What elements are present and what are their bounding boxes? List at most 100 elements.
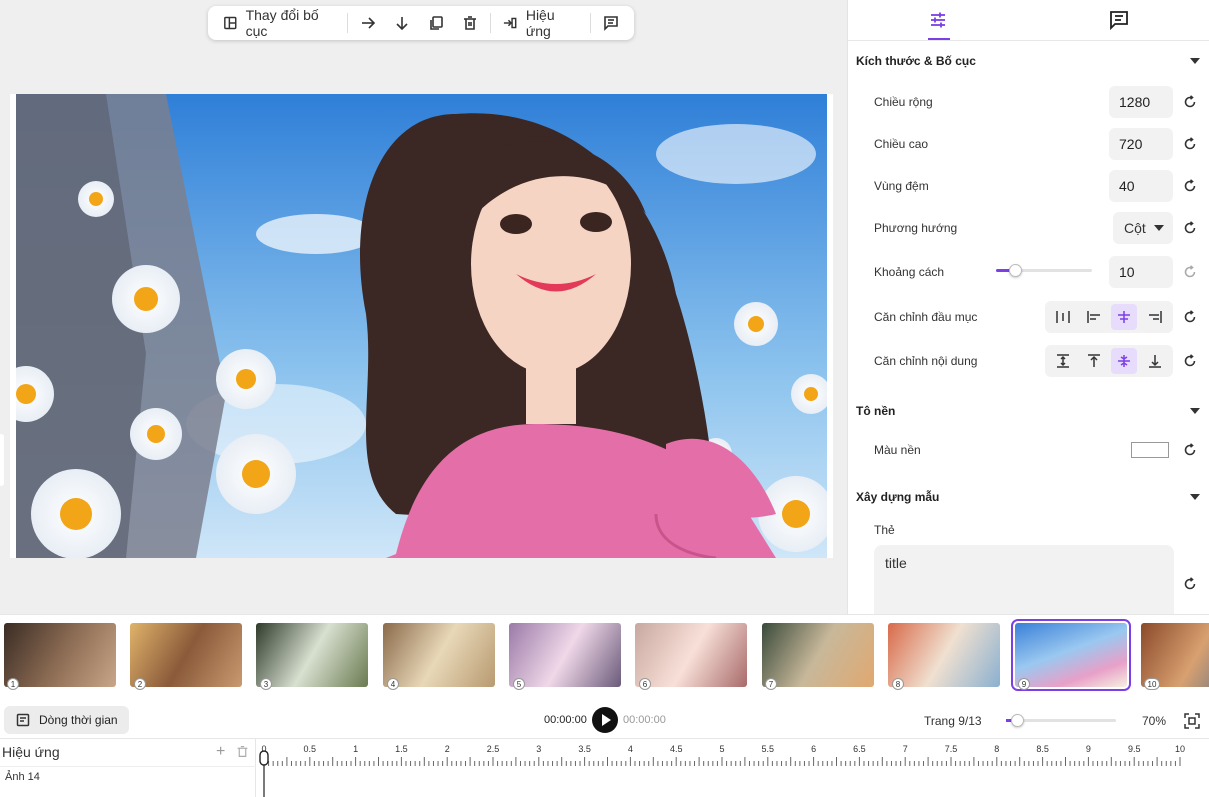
properties-panel: Kích thước & Bố cục Chiều rộng 1280 Chiề…	[847, 0, 1209, 621]
side-drag-handle[interactable]	[0, 434, 4, 486]
height-input[interactable]: 720	[1109, 128, 1173, 160]
change-layout-button[interactable]: Thay đổi bố cục	[214, 7, 344, 39]
direction-select[interactable]: Cột	[1113, 212, 1173, 244]
playhead-handle[interactable]	[259, 750, 269, 766]
fill-section-header[interactable]: Tô nền	[848, 391, 1209, 431]
canvas-area: Thay đổi bố cục Hiệu ứng	[0, 0, 846, 614]
reset-tag-button[interactable]	[1181, 575, 1199, 593]
effects-label: Hiệu ứng	[525, 7, 555, 39]
slide-thumbnail[interactable]	[762, 623, 874, 687]
valign-center-button[interactable]	[1111, 348, 1138, 374]
tab-comments[interactable]	[1029, 0, 1209, 40]
reset-icon	[1184, 265, 1196, 278]
slide-thumbnail[interactable]	[888, 623, 1000, 687]
slide-thumbnail[interactable]	[256, 623, 368, 687]
ruler-label: 2.5	[487, 744, 500, 754]
zoom-value: 70%	[1142, 714, 1167, 728]
toolbar-divider	[590, 13, 592, 33]
ruler-label: 7	[903, 744, 908, 754]
ruler-label: 6.5	[853, 744, 866, 754]
slide-canvas[interactable]	[10, 94, 833, 558]
slide-number-badge: 9	[1018, 678, 1030, 690]
toolbar-divider	[347, 13, 349, 33]
align-left-icon	[1087, 311, 1100, 323]
slide-thumbnail[interactable]	[130, 623, 242, 687]
reset-icon	[1184, 137, 1196, 150]
reset-icon	[1184, 221, 1196, 234]
tab-settings[interactable]	[848, 0, 1029, 40]
slide-number-badge: 2	[134, 678, 146, 690]
align-left-button[interactable]	[1081, 304, 1107, 330]
align-center-button[interactable]	[1111, 304, 1138, 330]
size-layout-section-header[interactable]: Kích thước & Bố cục	[848, 41, 1209, 81]
time-ruler[interactable]: 0 0.5 1 1.5 2 2.5 3 3.5 4 4.5 5 5.5 6 6.5 7 7.5 8 8.5 9 9.5…	[256, 739, 1209, 797]
valign-bottom-icon	[1148, 355, 1161, 368]
bg-color-swatch[interactable]	[1131, 442, 1169, 458]
timeline-controls: Dòng thời gian 00:00:00 00:00:00 Trang 9…	[0, 702, 1209, 738]
page-indicator: Trang 9/13	[924, 714, 982, 728]
move-down-button[interactable]	[385, 10, 419, 36]
ruler-label: 1.5	[395, 744, 408, 754]
reset-content-align-button[interactable]	[1181, 352, 1199, 370]
padding-row: Vùng đệm 40	[848, 165, 1209, 207]
slide-thumbnail[interactable]	[4, 623, 116, 687]
delete-effect-button[interactable]	[236, 745, 250, 759]
reset-spacing-button[interactable]	[1181, 263, 1199, 281]
spacing-label: Khoảng cách	[874, 265, 945, 279]
spacing-input[interactable]: 10	[1109, 256, 1173, 288]
align-space-between-button[interactable]	[1050, 304, 1076, 330]
fit-screen-icon	[1184, 713, 1200, 729]
valign-stretch-button[interactable]	[1050, 348, 1076, 374]
play-button[interactable]	[592, 707, 618, 733]
fit-screen-button[interactable]	[1184, 713, 1200, 729]
template-section-header[interactable]: Xây dựng mẫu	[848, 477, 1209, 517]
valign-top-button[interactable]	[1081, 348, 1107, 374]
duplicate-button[interactable]	[419, 10, 453, 36]
width-input[interactable]: 1280	[1109, 86, 1173, 118]
zoom-slider[interactable]	[1006, 714, 1116, 727]
slide-thumbnail[interactable]	[635, 623, 747, 687]
delete-button[interactable]	[453, 10, 487, 36]
padding-label: Vùng đệm	[874, 179, 929, 193]
reset-direction-button[interactable]	[1181, 219, 1199, 237]
header-align-group	[1045, 301, 1173, 333]
ruler-label: 9	[1086, 744, 1091, 754]
align-right-button[interactable]	[1142, 304, 1168, 330]
reset-icon	[1184, 179, 1196, 192]
copy-icon	[430, 16, 444, 30]
zoom-slider-handle[interactable]	[1011, 714, 1024, 727]
reset-padding-button[interactable]	[1181, 177, 1199, 195]
reset-bg-color-button[interactable]	[1181, 441, 1199, 459]
arrow-right-icon	[362, 17, 376, 29]
reset-header-align-button[interactable]	[1181, 308, 1199, 326]
track-row[interactable]: Ảnh 14	[0, 766, 256, 790]
ruler-label: 9.5	[1128, 744, 1141, 754]
timeline-toggle-button[interactable]: Dòng thời gian	[4, 706, 129, 734]
add-effect-button[interactable]: +	[216, 743, 225, 761]
section-title: Kích thước & Bố cục	[856, 54, 976, 68]
ruler-label: 5	[719, 744, 724, 754]
reset-icon	[1184, 577, 1196, 590]
ruler-label: 8.5	[1036, 744, 1049, 754]
header-align-label: Căn chỉnh đầu mục	[874, 310, 978, 324]
align-right-icon	[1148, 311, 1162, 323]
content-align-label: Căn chỉnh nội dung	[874, 354, 978, 368]
reset-height-button[interactable]	[1181, 135, 1199, 153]
floating-toolbar: Thay đổi bố cục Hiệu ứng	[208, 6, 634, 40]
move-right-button[interactable]	[351, 10, 385, 36]
effects-button[interactable]: Hiệu ứng	[494, 7, 587, 39]
slide-image[interactable]	[16, 94, 827, 558]
spacing-slider[interactable]	[996, 264, 1092, 277]
comment-button[interactable]	[594, 10, 628, 36]
padding-input[interactable]: 40	[1109, 170, 1173, 202]
slide-thumbnail[interactable]	[509, 623, 621, 687]
panel-tabs	[848, 0, 1209, 41]
slide-number-badge: 4	[387, 678, 399, 690]
slide-thumbnail-selected[interactable]	[1011, 619, 1131, 691]
slide-number-badge: 3	[260, 678, 272, 690]
slide-thumbnail[interactable]	[383, 623, 495, 687]
reset-icon	[1184, 443, 1196, 456]
valign-bottom-button[interactable]	[1142, 348, 1168, 374]
reset-width-button[interactable]	[1181, 93, 1199, 111]
tag-textarea[interactable]: title	[874, 545, 1174, 621]
